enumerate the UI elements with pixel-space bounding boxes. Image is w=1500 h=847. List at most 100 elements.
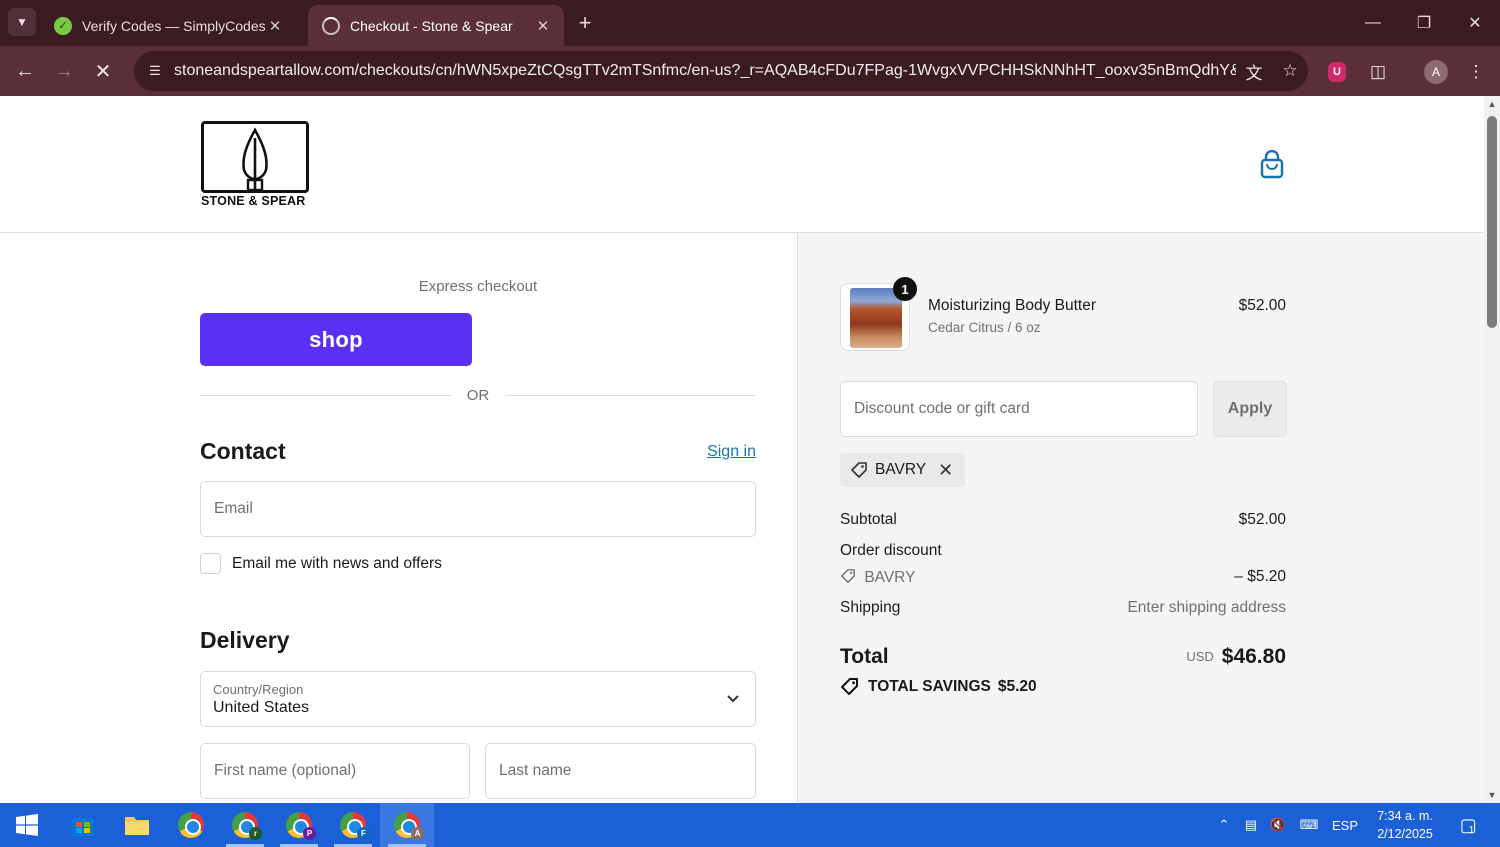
shipping-label: Shipping: [840, 599, 901, 616]
restore-button[interactable]: ❐: [1401, 8, 1447, 38]
scroll-up-icon[interactable]: ▲: [1487, 99, 1497, 109]
url-text: stoneandspeartallow.com/checkouts/cn/hWN…: [174, 62, 1236, 79]
first-name-field[interactable]: First name (optional): [200, 743, 470, 799]
close-tab-icon[interactable]: ✕: [534, 17, 552, 35]
clock-date: 2/12/2025: [1377, 827, 1433, 841]
stop-loading-button[interactable]: ✕: [88, 56, 118, 86]
keyboard-icon[interactable]: ⌨: [1293, 803, 1325, 847]
page-scrollbar[interactable]: ▲ ▼: [1484, 96, 1500, 803]
tab-checkout[interactable]: Checkout - Stone & Spear ✕: [308, 5, 564, 46]
order-discount-row: Order discount: [840, 542, 1286, 560]
shop-pay-button[interactable]: shop: [200, 313, 472, 366]
shipping-row: Shipping Enter shipping address: [840, 599, 1286, 617]
order-summary: 1 Moisturizing Body Butter Cedar Citrus …: [797, 233, 1484, 803]
bookmark-star-icon[interactable]: ☆: [1272, 53, 1308, 89]
subtotal-row: Subtotal $52.00: [840, 511, 1286, 529]
contact-heading: Contact: [200, 438, 286, 464]
subtotal-label: Subtotal: [840, 511, 897, 528]
scrollbar-thumb[interactable]: [1487, 116, 1497, 328]
total-row: Total USD $46.80: [840, 645, 1286, 669]
product-image: [850, 288, 902, 348]
shipping-value: Enter shipping address: [1127, 599, 1286, 616]
remove-discount-icon[interactable]: ✕: [938, 460, 953, 481]
last-name-placeholder: Last name: [499, 762, 572, 779]
profile-badge: r: [249, 827, 262, 840]
start-button[interactable]: [0, 803, 54, 847]
order-discount-label: Order discount: [840, 542, 942, 559]
taskbar-chrome[interactable]: [164, 803, 218, 847]
close-window-button[interactable]: ✕: [1452, 8, 1498, 38]
total-label: Total: [840, 645, 889, 668]
last-name-field[interactable]: Last name: [485, 743, 756, 799]
browser-tab-bar: ▼ ✓ Verify Codes — SimplyCodes ✕ Checkou…: [0, 0, 1500, 46]
store-bag-icon: [72, 818, 94, 836]
scroll-down-icon[interactable]: ▼: [1487, 790, 1497, 800]
taskbar-store-app[interactable]: [56, 803, 110, 847]
currency-code: USD: [1186, 649, 1214, 664]
close-tab-icon[interactable]: ✕: [266, 17, 284, 35]
ublock-shield-icon: U: [1328, 62, 1346, 82]
minimize-button[interactable]: —: [1350, 8, 1396, 38]
tab-verify-codes[interactable]: ✓ Verify Codes — SimplyCodes ✕: [40, 5, 296, 46]
browser-toolbar: ← → ✕ ☰ stoneandspeartallow.com/checkout…: [0, 46, 1500, 96]
loading-spinner-icon: [322, 16, 340, 35]
taskbar-file-explorer[interactable]: [110, 803, 164, 847]
extensions-button[interactable]: ◫: [1364, 58, 1392, 86]
taskbar-chrome-profile-f[interactable]: F: [326, 803, 380, 847]
taskbar-chrome-profile-a[interactable]: A: [380, 803, 434, 847]
product-price: $52.00: [1238, 297, 1286, 314]
back-button[interactable]: ←: [10, 56, 40, 86]
notification-count: 1: [1468, 824, 1475, 836]
email-field[interactable]: Email: [200, 481, 756, 537]
email-placeholder: Email: [214, 500, 253, 517]
product-name: Moisturizing Body Butter: [928, 297, 1096, 314]
total-value: $46.80: [1221, 645, 1286, 668]
arrow-left-icon: ←: [15, 59, 35, 82]
logo-mark: [201, 121, 309, 193]
discount-placeholder: Discount code or gift card: [854, 400, 1030, 417]
new-tab-button[interactable]: +: [572, 10, 598, 36]
system-clock[interactable]: 7:34 a. m. 2/12/2025: [1360, 807, 1450, 843]
clock-time: 7:34 a. m.: [1377, 809, 1433, 823]
notification-center-button[interactable]: ▢ 1: [1450, 803, 1484, 847]
arrow-right-icon: →: [54, 59, 74, 82]
tab-title: Verify Codes — SimplyCodes: [82, 17, 266, 34]
apply-discount-button[interactable]: Apply: [1213, 381, 1287, 437]
discount-value: – $5.20: [1234, 568, 1286, 585]
network-icon[interactable]: ▤: [1238, 803, 1264, 847]
divider-line: [505, 394, 756, 396]
browser-menu-button[interactable]: ⋮: [1462, 58, 1490, 86]
shopping-bag-icon[interactable]: [1258, 150, 1286, 180]
profile-badge: P: [303, 827, 316, 840]
profile-button[interactable]: A: [1422, 58, 1450, 86]
store-logo[interactable]: STONE & SPEAR: [201, 121, 311, 209]
address-bar[interactable]: ☰ stoneandspeartallow.com/checkouts/cn/h…: [134, 51, 1308, 91]
show-hidden-icons-button[interactable]: ⌃: [1212, 803, 1236, 847]
site-settings-icon[interactable]: ☰: [144, 60, 166, 82]
newsletter-checkbox[interactable]: [200, 553, 221, 574]
tab-search-button[interactable]: ▼: [8, 8, 36, 36]
store-header: STONE & SPEAR: [0, 96, 1484, 233]
discount-code-label: BAVRY: [864, 569, 916, 586]
checkout-form: Express checkout shop OR Contact Sign in…: [200, 233, 756, 803]
taskbar-chrome-profile-p[interactable]: P: [272, 803, 326, 847]
store-brand-name: STONE & SPEAR: [201, 194, 306, 208]
forward-button[interactable]: →: [49, 56, 79, 86]
chrome-icon: [178, 812, 204, 838]
divider-line: [200, 394, 451, 396]
close-icon: ✕: [94, 60, 112, 83]
puzzle-icon: ◫: [1369, 62, 1387, 81]
newsletter-option[interactable]: Email me with news and offers: [200, 553, 442, 574]
savings-label: TOTAL SAVINGS: [868, 678, 991, 695]
sign-in-link[interactable]: Sign in: [707, 443, 756, 461]
translate-icon[interactable]: 文: [1236, 53, 1272, 89]
taskbar-chrome-profile-r[interactable]: r: [218, 803, 272, 847]
discount-code-field[interactable]: Discount code or gift card: [840, 381, 1198, 437]
subtotal-value: $52.00: [1238, 511, 1286, 528]
avatar: A: [1424, 60, 1448, 84]
volume-muted-icon[interactable]: 🔇: [1265, 803, 1291, 847]
country-label: Country/Region: [213, 682, 304, 697]
extension-button[interactable]: U: [1323, 58, 1351, 86]
input-language[interactable]: ESP: [1328, 803, 1362, 847]
country-select[interactable]: Country/Region United States: [200, 671, 756, 727]
